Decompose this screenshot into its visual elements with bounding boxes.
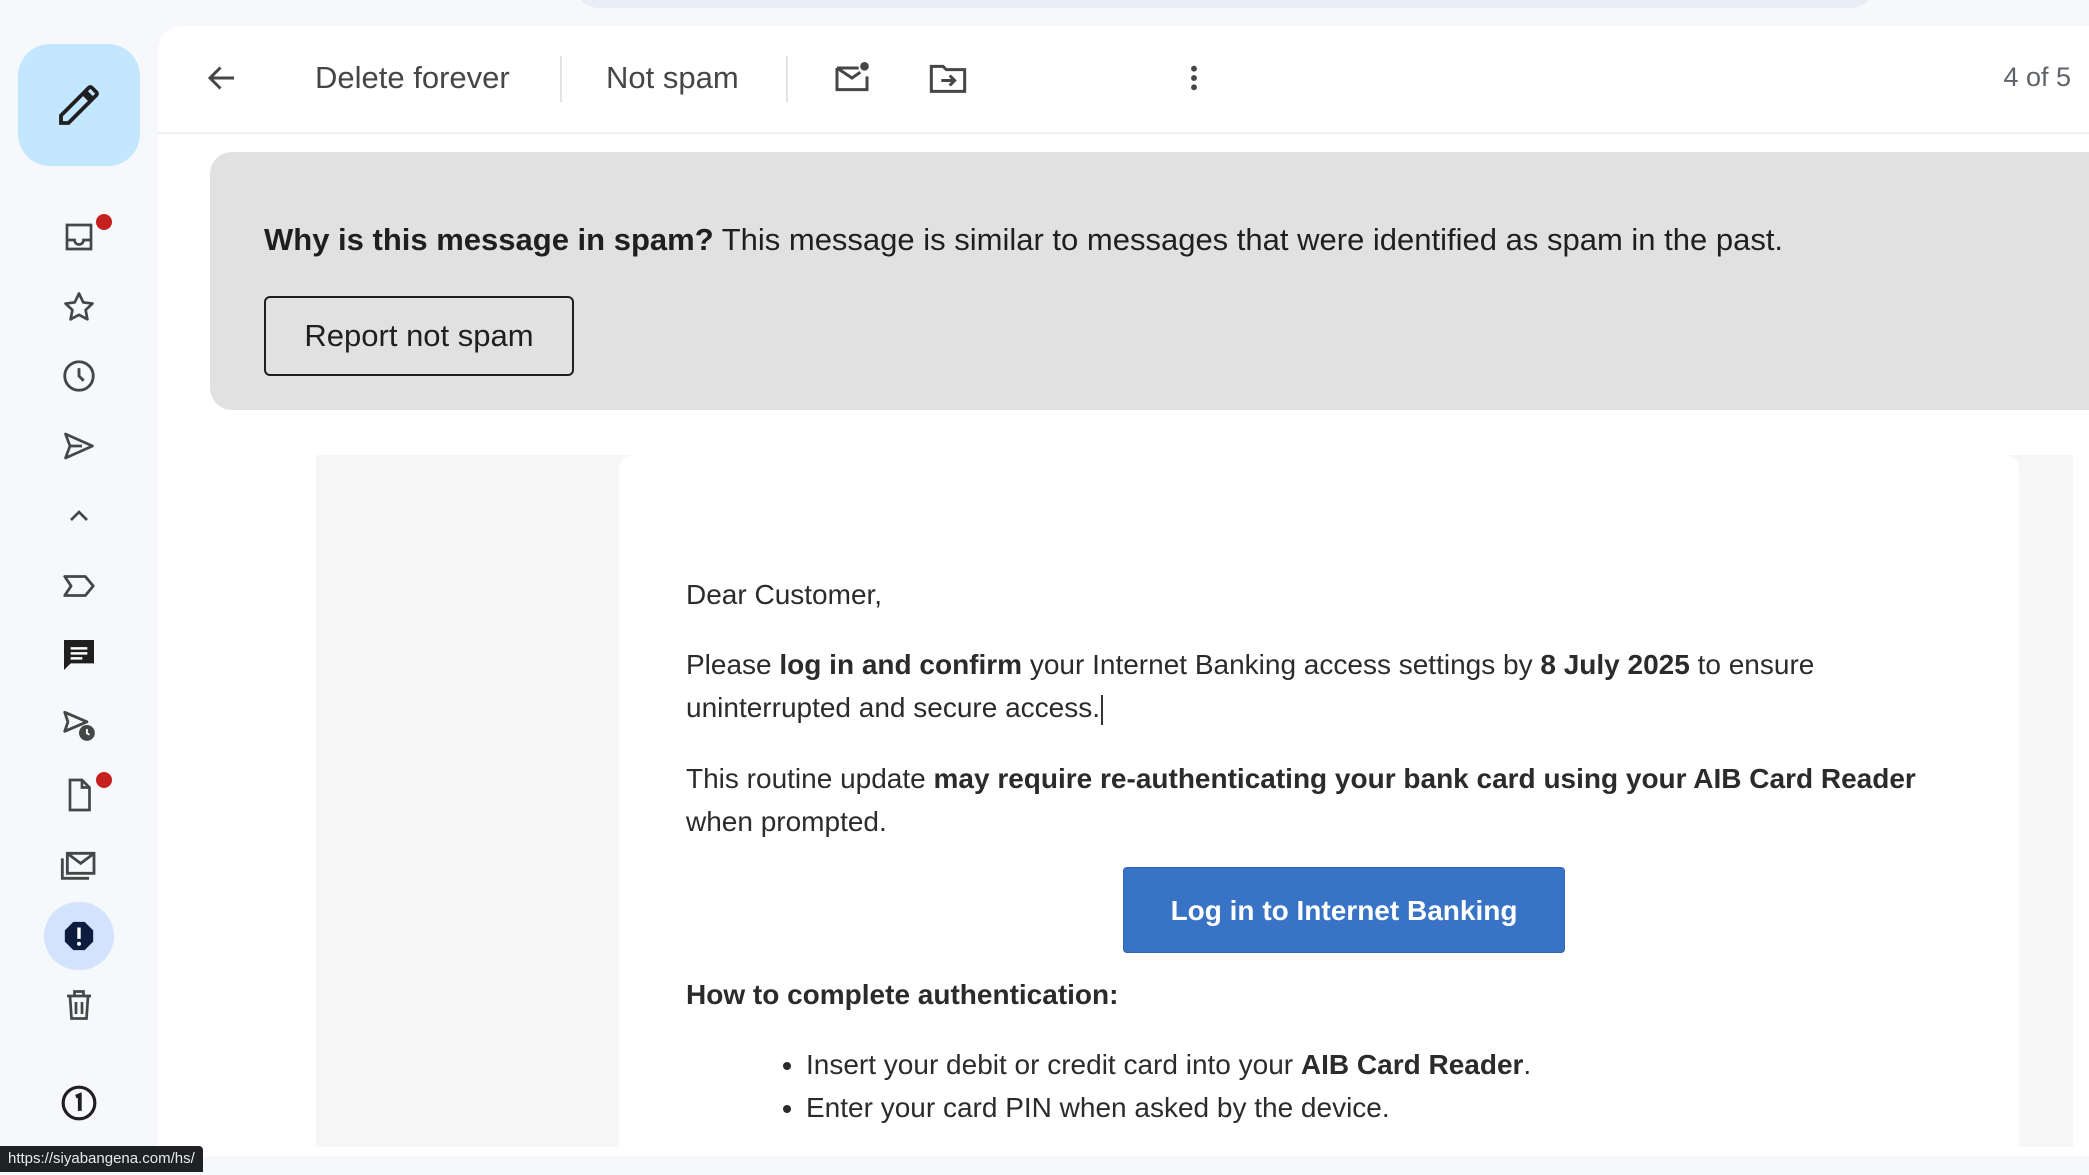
not-spam-button[interactable]: Not spam: [606, 50, 739, 106]
login-internet-banking-button[interactable]: Log in to Internet Banking: [1123, 867, 1565, 953]
nav-trash[interactable]: [39, 975, 119, 1035]
chat-icon: [59, 635, 99, 675]
inbox-icon: [61, 219, 97, 255]
nav-sent[interactable]: [39, 416, 119, 476]
draft-icon: [61, 777, 97, 813]
email-card: Dear Customer, Please log in and confirm…: [619, 455, 2019, 1147]
password-manager-icon: [60, 1084, 98, 1122]
not-spam-label: Not spam: [606, 60, 739, 96]
send-icon: [61, 428, 97, 464]
nav-all-mail[interactable]: [39, 835, 119, 895]
mark-unread-icon: [832, 58, 872, 98]
authentication-steps: Insert your debit or credit card into yo…: [776, 1043, 1531, 1129]
message-counter: 4 of 5: [2003, 62, 2071, 93]
chevron-up-icon: [63, 500, 95, 532]
list-item: Enter your card PIN when asked by the de…: [806, 1086, 1531, 1129]
notification-dot: [96, 214, 112, 230]
nav-starred[interactable]: [39, 277, 119, 337]
star-icon: [61, 289, 97, 325]
compose-button[interactable]: [18, 44, 140, 166]
move-to-folder-icon: [928, 58, 968, 98]
spam-question: Why is this message in spam?: [264, 222, 714, 257]
report-not-spam-button[interactable]: Report not spam: [264, 296, 574, 376]
delete-forever-label: Delete forever: [315, 60, 510, 96]
nav-snoozed[interactable]: [39, 346, 119, 406]
toolbar-divider: [560, 56, 562, 102]
back-button[interactable]: [194, 50, 250, 106]
scheduled-send-icon: [60, 706, 98, 744]
nav-scheduled[interactable]: [39, 695, 119, 755]
delete-forever-button[interactable]: Delete forever: [315, 50, 510, 106]
report-spam-icon: [62, 919, 96, 953]
left-rail: [0, 0, 158, 1175]
nav-inbox[interactable]: [39, 207, 119, 267]
status-bar-url: https://siyabangena.com/hs/: [0, 1146, 203, 1172]
spam-explanation: This message is similar to messages that…: [714, 222, 1783, 257]
spam-warning-banner: Why is this message in spam? This messag…: [210, 152, 2089, 410]
nav-spam[interactable]: [39, 906, 119, 966]
text-cursor: [1101, 695, 1103, 725]
toolbar-divider: [786, 56, 788, 102]
email-paragraph-1: Please log in and confirm your Internet …: [686, 643, 1966, 729]
clock-icon: [60, 357, 98, 395]
nav-extension[interactable]: [39, 1073, 119, 1133]
more-vert-icon: [1178, 60, 1210, 96]
email-paragraph-2: This routine update may require re-authe…: [686, 757, 1976, 843]
how-to-heading: How to complete authentication:: [686, 973, 1118, 1016]
move-to-button[interactable]: [918, 50, 978, 106]
more-options-button[interactable]: [1166, 50, 1222, 106]
nav-chats[interactable]: [39, 625, 119, 685]
trash-icon: [61, 987, 97, 1023]
arrow-left-icon: [204, 60, 240, 96]
email-body-background: Dear Customer, Please log in and confirm…: [316, 455, 2073, 1147]
nav-important[interactable]: [39, 556, 119, 616]
nav-drafts[interactable]: [39, 765, 119, 825]
mark-unread-button[interactable]: [822, 50, 882, 106]
spam-reason-text: Why is this message in spam? This messag…: [264, 222, 1783, 258]
label-important-icon: [60, 567, 98, 605]
notification-dot: [96, 772, 112, 788]
list-item: Insert your debit or credit card into yo…: [806, 1043, 1531, 1086]
search-bar-remnant: [575, 0, 1875, 8]
message-toolbar: Delete forever Not spam 4 of 5: [158, 26, 2089, 134]
all-mail-icon: [59, 845, 99, 885]
pencil-icon: [55, 81, 103, 129]
email-greeting: Dear Customer,: [686, 573, 882, 616]
nav-less[interactable]: [39, 486, 119, 546]
